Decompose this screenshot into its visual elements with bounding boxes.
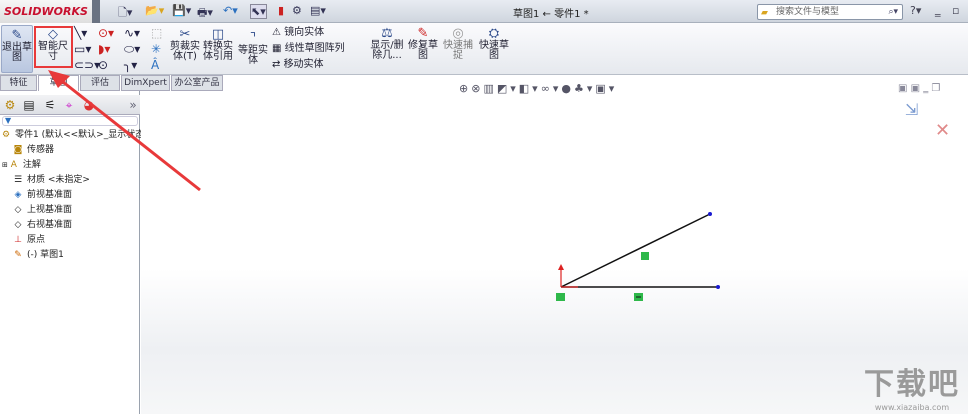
sketch-geometry xyxy=(48,70,720,301)
watermark-text: 下载吧 xyxy=(864,367,960,402)
origin-arrow xyxy=(558,264,564,270)
sketch-line-angled xyxy=(560,213,711,288)
annotation-arrow xyxy=(57,76,201,192)
coincident-relation-icon xyxy=(556,293,565,301)
endpoint xyxy=(716,285,720,289)
endpoint xyxy=(708,212,712,216)
watermark-url: www.xiazaiba.com xyxy=(874,403,950,412)
relation-icon xyxy=(641,252,649,260)
watermark: 下载吧 www.xiazaiba.com xyxy=(864,359,960,412)
